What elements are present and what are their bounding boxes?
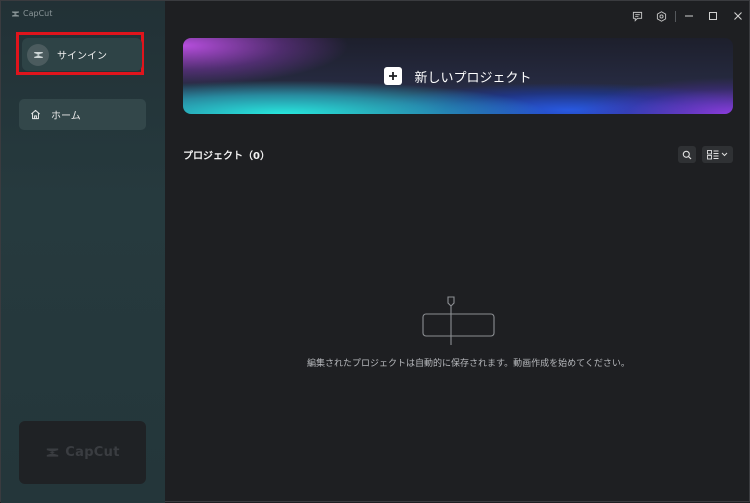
settings-gear-icon[interactable] [652, 8, 670, 24]
capcut-logo-icon [47, 448, 59, 457]
projects-title: プロジェクト（0） [183, 151, 270, 162]
grid-view-icon [707, 149, 719, 159]
capcut-logo-icon [33, 51, 43, 58]
app-logo: CapCut [11, 9, 52, 18]
promo-logo-text: CapCut [65, 445, 120, 460]
search-icon [682, 150, 692, 159]
close-icon[interactable] [729, 8, 747, 24]
plus-icon [384, 67, 403, 85]
maximize-icon[interactable] [704, 8, 722, 24]
divider [675, 11, 676, 22]
empty-timeline-illustration [421, 294, 497, 350]
signin-label: サインイン [57, 51, 107, 62]
new-project-button[interactable]: 新しいプロジェクト [183, 38, 733, 114]
app-window: CapCut サインイン ホーム CapCut 新しいプロジェクト プロジェクト… [0, 0, 750, 503]
avatar [27, 43, 49, 66]
minimize-icon[interactable] [680, 8, 698, 24]
capcut-logo-icon [12, 11, 19, 16]
chevron-down-icon [721, 152, 728, 157]
sidebar-item-home[interactable]: ホーム [19, 99, 146, 130]
feedback-icon[interactable] [628, 8, 646, 24]
empty-state-message: 編集されたプロジェクトは自動的に保存されます。動画作成を始めてください。 [307, 359, 630, 369]
app-name: CapCut [23, 9, 53, 18]
promo-card[interactable]: CapCut [19, 421, 146, 484]
sidebar: CapCut サインイン ホーム CapCut [1, 1, 165, 503]
new-project-content: 新しいプロジェクト [183, 38, 733, 114]
new-project-label: 新しいプロジェクト [414, 70, 532, 86]
search-button[interactable] [678, 146, 696, 163]
sidebar-item-label: ホーム [51, 111, 81, 122]
home-icon [30, 109, 41, 120]
signin-button[interactable]: サインイン [22, 38, 142, 71]
view-mode-dropdown[interactable] [702, 146, 733, 163]
